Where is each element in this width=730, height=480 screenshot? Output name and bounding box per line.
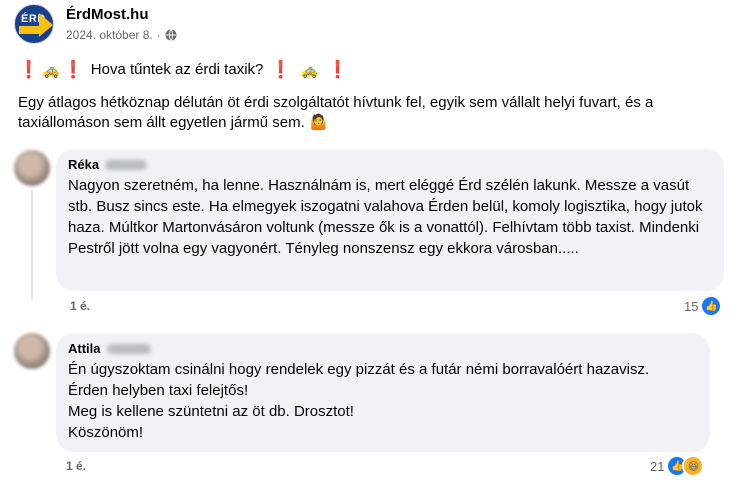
post-title: ❗ 🚕 ❗ Hova tűntek az érdi taxik? ❗ 🚕 ❗ <box>18 60 348 80</box>
redacted-surname <box>106 344 151 354</box>
globe-icon <box>165 28 177 41</box>
comment-time[interactable]: 1 é. <box>70 299 90 313</box>
redacted-surname <box>105 160 148 170</box>
comment-bubble: Attila Én úgyszoktam csinálni hogy rende… <box>56 333 710 452</box>
taxi-icon: 🚕 <box>300 62 318 78</box>
post-body: Egy átlagos hétköznap délután öt érdi sz… <box>18 93 718 133</box>
post-date[interactable]: 2024. október 8. <box>66 27 153 43</box>
comment-author-name[interactable]: Attila <box>68 341 101 357</box>
reaction-count: 15 <box>684 298 699 314</box>
exclamation-icon: ❗ <box>18 60 40 79</box>
page-avatar[interactable]: ÉRD <box>14 4 54 44</box>
exclamation-icon: ❗ <box>62 60 84 79</box>
comment-time[interactable]: 1 é. <box>66 459 86 473</box>
comment-text: Nagyon szeretném, ha lenne. Használnám i… <box>68 177 703 257</box>
post-meta: 2024. október 8. · <box>66 27 177 43</box>
logo-arrow-icon <box>39 13 53 37</box>
shrug-icon: 🤷 <box>308 114 328 131</box>
post-body-text: Egy átlagos hétköznap délután öt érdi sz… <box>18 94 654 131</box>
comment-author[interactable]: Attila <box>68 341 698 357</box>
comment-bubble: Réka Nagyon szeretném, ha lenne. Használ… <box>56 149 724 291</box>
taxi-icon: 🚕 <box>42 62 60 78</box>
like-icon: 👍 <box>700 295 723 317</box>
haha-icon: 😆 <box>682 455 705 477</box>
post-title-text: Hova tűntek az érdi taxik? <box>90 61 264 78</box>
commenter-avatar[interactable] <box>14 150 50 186</box>
comment-text: Én úgyszoktam csinálni hogy rendelek egy… <box>68 361 650 441</box>
commenter-avatar[interactable] <box>14 333 50 369</box>
post-header: ÉRD ÉrdMost.hu 2024. október 8. · <box>14 4 177 44</box>
exclamation-icon: ❗ <box>270 60 292 79</box>
comment-author-name[interactable]: Réka <box>68 157 99 173</box>
comment-reactions[interactable]: 15 👍 <box>684 295 723 317</box>
reaction-count: 21 <box>650 458 665 474</box>
page-name[interactable]: ÉrdMost.hu <box>66 6 177 24</box>
comment-reactions[interactable]: 21 👍 😆 <box>650 455 705 477</box>
exclamation-icon: ❗ <box>326 60 349 79</box>
logo-bar <box>19 26 41 34</box>
thread-line <box>31 190 33 300</box>
meta-dot: · <box>156 27 161 42</box>
comment-author[interactable]: Réka <box>68 157 712 173</box>
